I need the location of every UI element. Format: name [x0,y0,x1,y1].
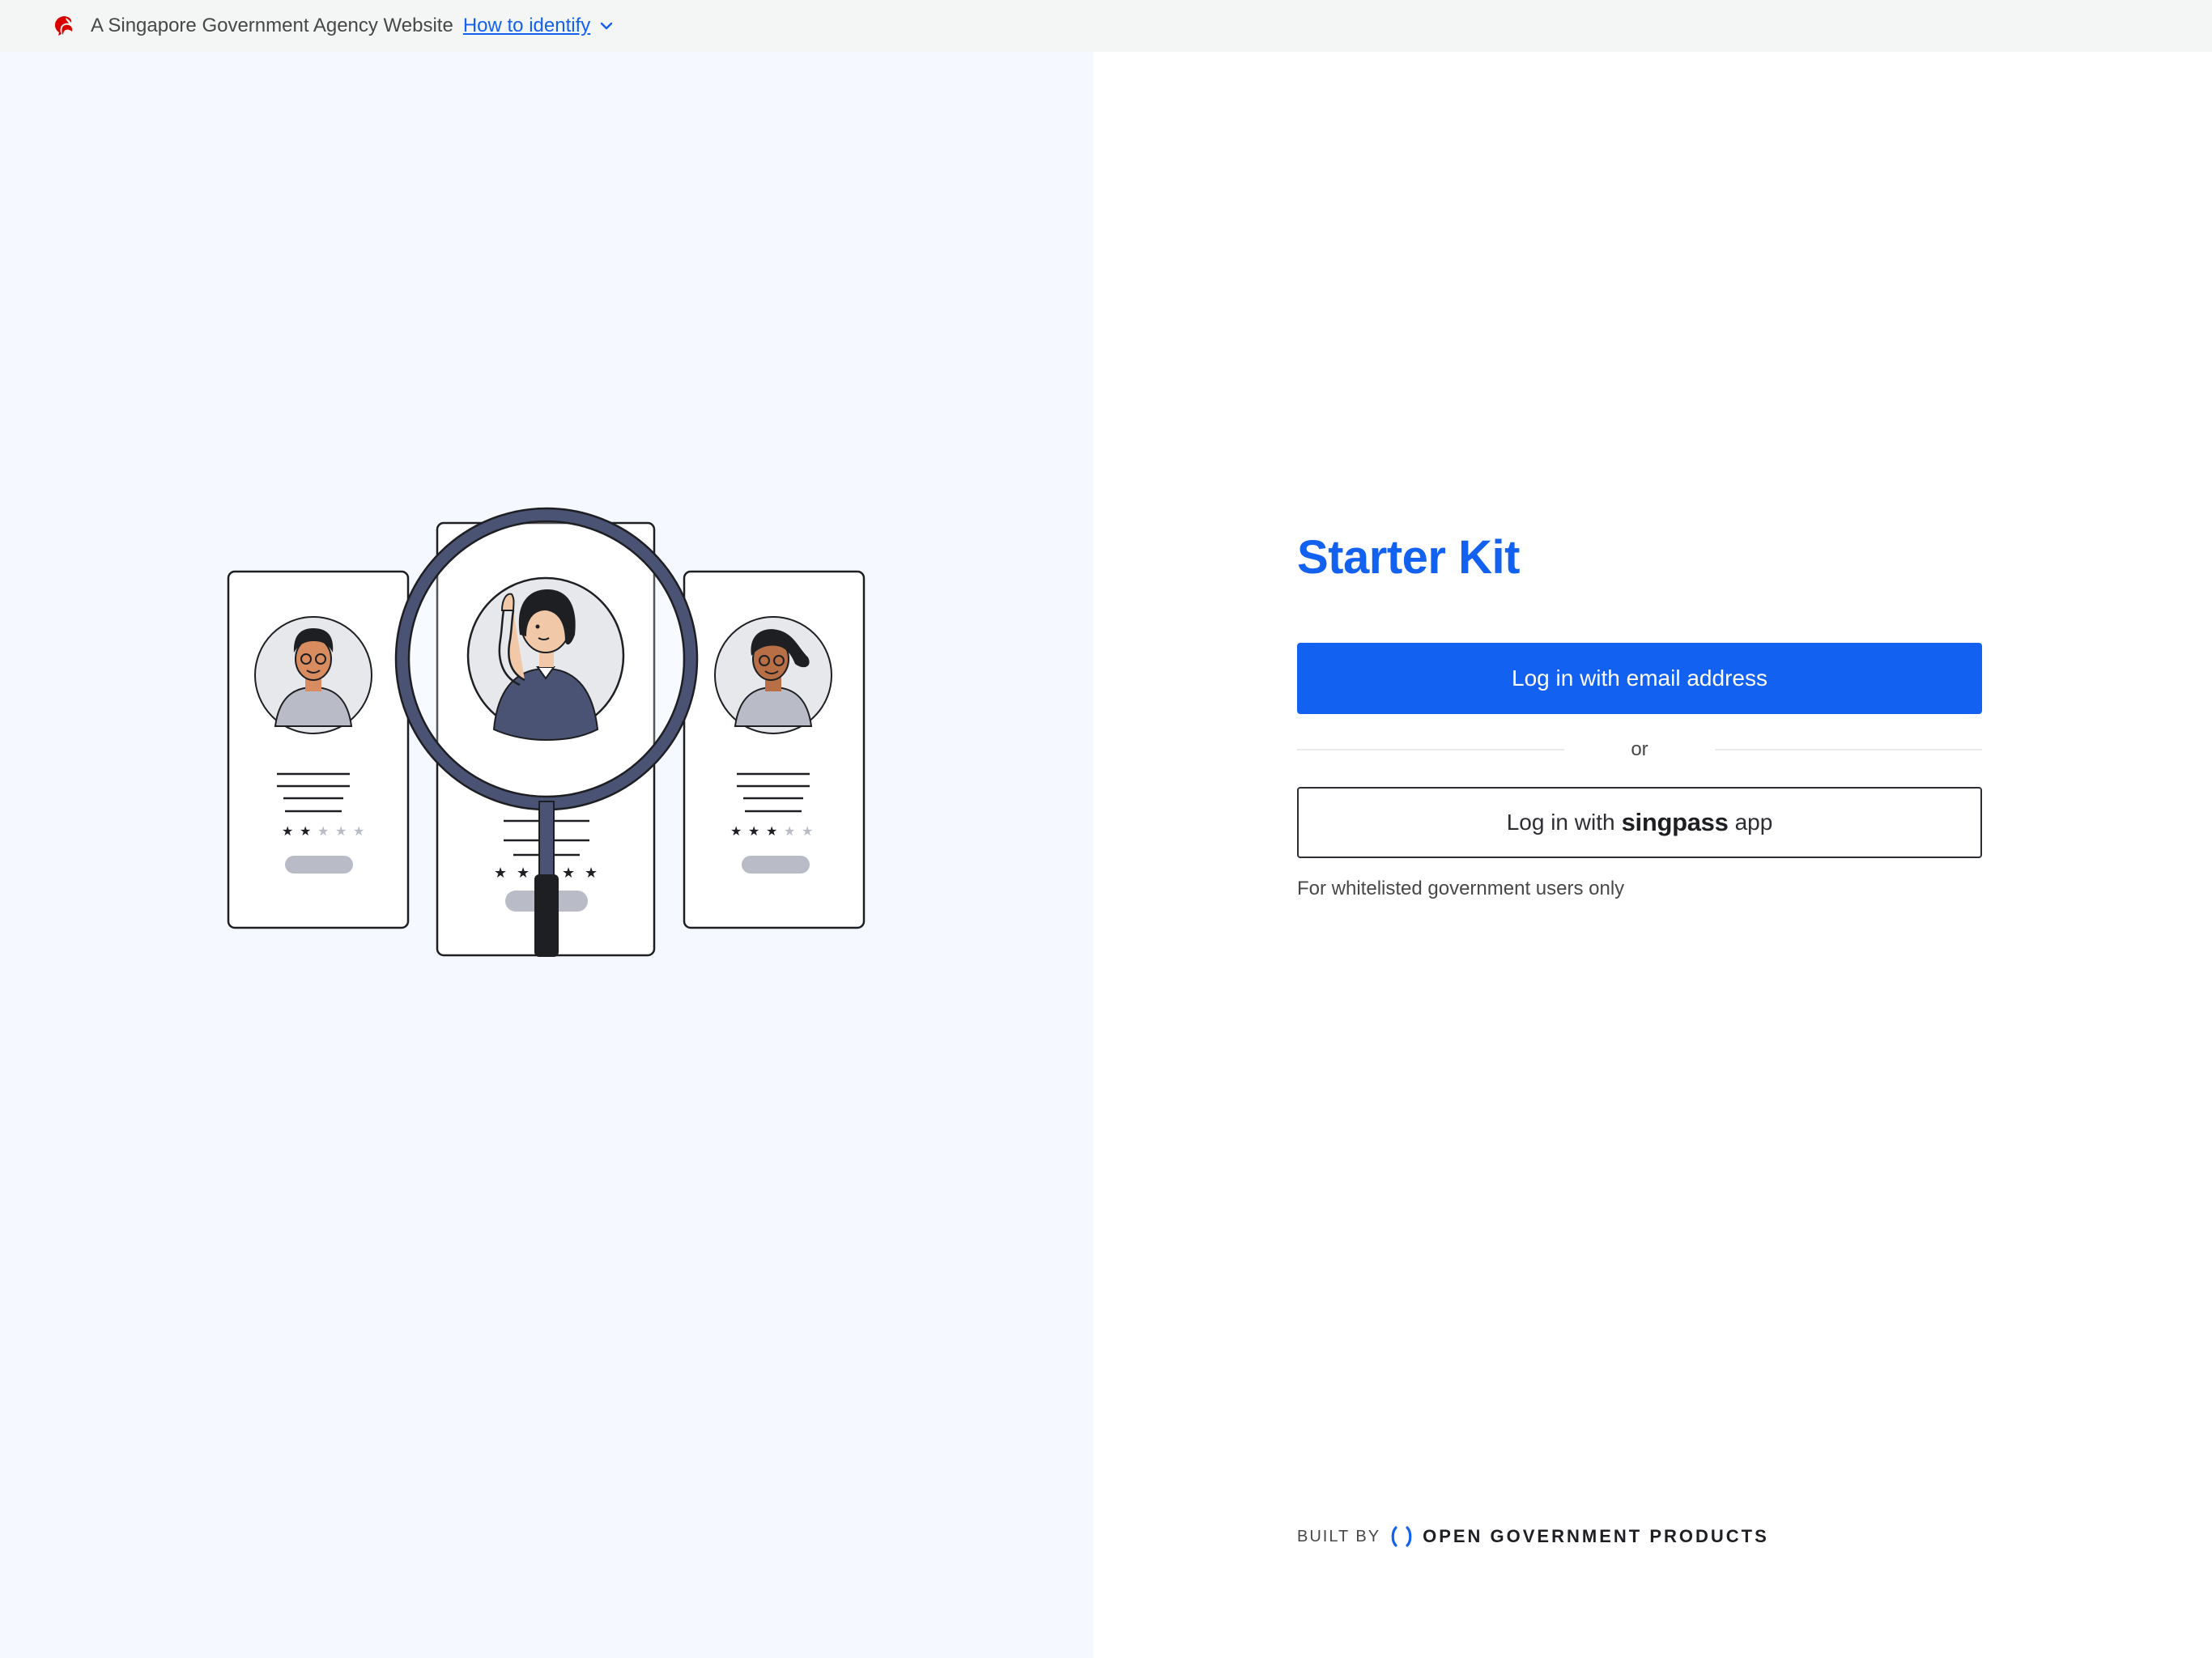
ogp-logo-icon [1389,1525,1414,1548]
divider-line-left [1297,749,1564,750]
svg-text:★: ★ [766,825,777,839]
svg-text:★: ★ [585,865,598,881]
built-by-label: BUILT BY [1297,1527,1381,1545]
svg-text:★: ★ [802,825,813,839]
email-login-button[interactable]: Log in with email address [1297,643,1982,714]
government-masthead: A Singapore Government Agency Website Ho… [0,0,2212,52]
chevron-down-icon [598,18,615,34]
or-divider: or [1297,733,1982,766]
profile-search-illustration: ★ ★ ★ ★ ★ ★ ★ ★ ★ ★ ★ ★ ★ ★ [219,497,883,1039]
svg-text:★: ★ [517,865,530,881]
svg-text:★: ★ [317,825,329,839]
how-to-identify-link[interactable]: How to identify [463,15,615,37]
ogp-name: OPEN GOVERNMENT PRODUCTS [1423,1526,1769,1546]
singapore-lion-icon [52,14,76,38]
svg-text:★: ★ [562,865,575,881]
profile-card-left: ★ ★ ★ ★ ★ [227,570,410,929]
svg-text:★: ★ [730,825,742,839]
svg-text:★: ★ [300,825,311,839]
divider-line-right [1715,749,1982,750]
divider-text: or [1631,738,1648,760]
email-login-label: Log in with email address [1512,665,1767,691]
svg-text:★: ★ [494,865,507,881]
agency-text: A Singapore Government Agency Website [91,15,453,36]
svg-text:★: ★ [282,825,293,839]
login-panel: Starter Kit Log in with email address or… [1093,52,2212,1658]
login-form: Starter Kit Log in with email address or… [1297,529,1982,900]
app-title: Starter Kit [1297,531,1520,584]
illustration-panel: ★ ★ ★ ★ ★ ★ ★ ★ ★ ★ ★ ★ ★ ★ [0,52,1093,1658]
whitelist-note: For whitelisted government users only [1297,878,1625,899]
svg-text:★: ★ [335,825,347,839]
svg-text:★: ★ [784,825,795,839]
singpass-prefix: Log in with [1506,810,1615,835]
profile-card-right: ★ ★ ★ ★ ★ [683,570,866,929]
built-by-footer: BUILT BY OPEN GOVERNMENT PRODUCTS [1297,1525,1769,1548]
how-to-identify-label: How to identify [462,15,591,36]
svg-text:★: ★ [748,825,759,839]
singpass-suffix: app [1734,810,1773,835]
singpass-logo: singpass [1621,808,1729,836]
svg-text:★: ★ [353,825,364,839]
singpass-login-button[interactable]: Log in with singpass app [1297,787,1982,858]
